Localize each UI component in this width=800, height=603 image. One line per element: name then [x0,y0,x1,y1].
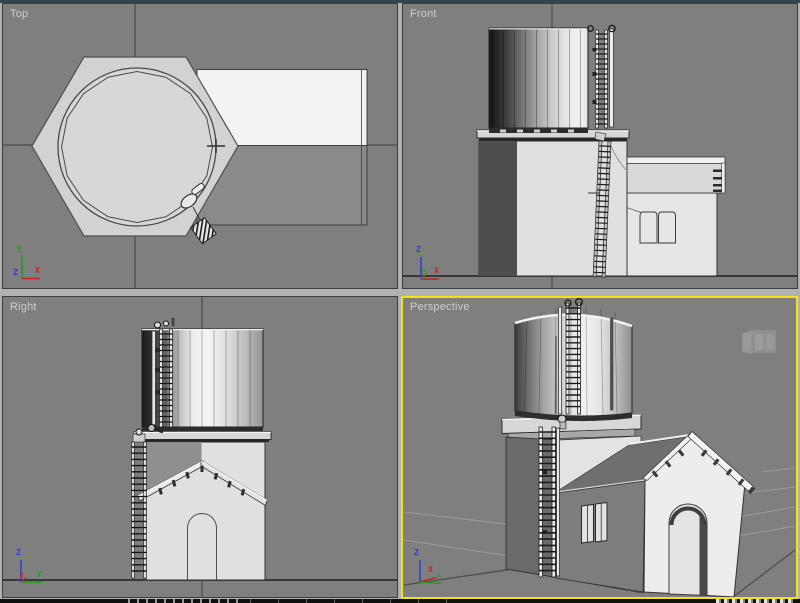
water-tank-front[interactable] [489,28,588,133]
viewport-perspective-canvas[interactable] [403,298,796,597]
tower-base-right[interactable] [146,442,265,580]
viewport-perspective[interactable] [401,296,798,599]
house-door-perspective[interactable] [669,504,707,596]
viewport-front-canvas[interactable] [403,4,797,288]
viewport-top-canvas[interactable] [3,4,397,288]
trackbar-ticks [250,599,460,603]
viewport-quad-layout: Top Front Right Perspective Y X Z Z X Y … [0,0,800,603]
viewport-front[interactable] [402,3,798,289]
viewport-top[interactable] [2,3,398,289]
ghost-box-object[interactable] [742,330,776,354]
trackbar-ticks [128,599,243,603]
tank-cornice-right[interactable] [134,432,271,443]
clipped-trackbar-strip [0,599,800,603]
trackbar-ticks [716,599,796,603]
viewport-right[interactable] [2,296,398,598]
viewport-right-canvas[interactable] [3,297,397,597]
water-tank-perspective[interactable] [515,307,632,421]
